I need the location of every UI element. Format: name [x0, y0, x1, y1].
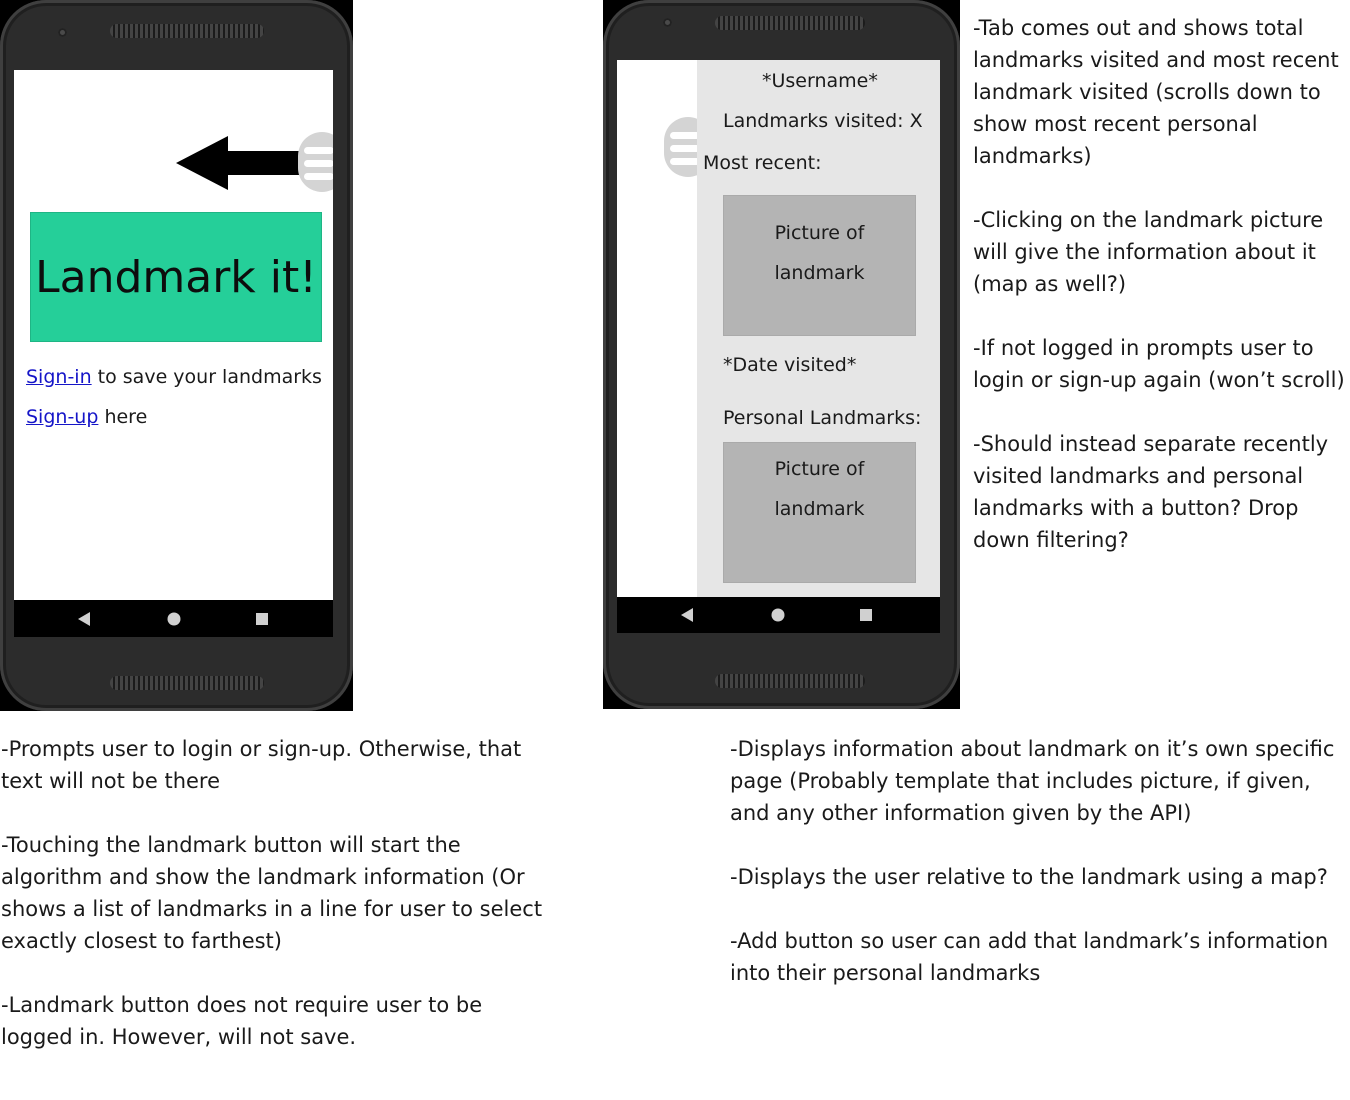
right-phone-frame: *Username* Landmarks visited: X Most rec…	[603, 0, 960, 709]
note-paragraph: -If not logged in prompts user to login …	[973, 336, 1345, 392]
left-phone-earpiece	[110, 24, 264, 38]
note-paragraph: -Should instead separate recently visite…	[973, 432, 1329, 552]
most-recent-heading: Most recent:	[703, 152, 822, 174]
recents-icon[interactable]	[256, 613, 268, 625]
left-phone-navbar	[14, 600, 333, 637]
right-phone-navbar	[617, 597, 940, 633]
right-phone-earpiece	[715, 16, 865, 30]
picture-caption: Picture of	[774, 222, 865, 244]
date-visited-label: *Date visited*	[723, 354, 857, 376]
menu-bar-icon	[670, 145, 700, 152]
left-phone-camera	[58, 28, 67, 37]
menu-bar-icon	[670, 132, 700, 139]
swipe-left-arrow-icon	[176, 136, 300, 190]
notes-bottom-right: -Displays information about landmark on …	[730, 733, 1345, 1021]
picture-caption: landmark	[774, 262, 865, 284]
note-paragraph: -Landmark button does not require user t…	[1, 993, 483, 1049]
home-icon[interactable]	[771, 608, 785, 622]
picture-caption: Picture of	[774, 458, 865, 480]
note-paragraph: -Displays the user relative to the landm…	[730, 865, 1328, 889]
menu-bar-icon	[304, 173, 333, 180]
personal-landmark-picture[interactable]: Picture of landmark	[723, 442, 916, 583]
signin-prompt-text: to save your landmarks	[91, 366, 322, 388]
personal-landmarks-heading: Personal Landmarks:	[723, 407, 922, 429]
note-paragraph: -Add button so user can add that landmar…	[730, 929, 1329, 985]
notes-bottom-left: -Prompts user to login or sign-up. Other…	[1, 733, 546, 1085]
note-paragraph: -Prompts user to login or sign-up. Other…	[1, 737, 522, 793]
back-icon[interactable]	[78, 612, 90, 626]
left-phone-frame: Landmark it! Sign-in to save your landma…	[0, 0, 353, 711]
notes-top-right: -Tab comes out and shows total landmarks…	[973, 12, 1345, 588]
menu-bar-icon	[304, 160, 333, 167]
left-phone-screen: Landmark it! Sign-in to save your landma…	[14, 70, 333, 600]
right-phone-screen: *Username* Landmarks visited: X Most rec…	[617, 60, 940, 597]
left-phone-speaker-bottom	[110, 676, 264, 690]
menu-bar-icon	[304, 147, 333, 154]
right-phone-speaker-bottom	[715, 674, 865, 688]
signin-prompt: Sign-in to save your landmarks	[26, 366, 322, 388]
landmark-it-button[interactable]: Landmark it!	[30, 212, 322, 342]
profile-drawer: *Username* Landmarks visited: X Most rec…	[697, 60, 940, 597]
note-paragraph: -Displays information about landmark on …	[730, 737, 1335, 825]
home-icon[interactable]	[167, 612, 181, 626]
back-icon[interactable]	[681, 608, 693, 622]
recents-icon[interactable]	[860, 609, 872, 621]
note-paragraph: -Touching the landmark button will start…	[1, 833, 543, 953]
signup-prompt-text: here	[98, 406, 148, 428]
signin-link[interactable]: Sign-in	[26, 366, 92, 388]
landmarks-visited-count: Landmarks visited: X	[723, 110, 923, 132]
username-label: *Username*	[762, 70, 878, 92]
note-paragraph: -Clicking on the landmark picture will g…	[973, 208, 1324, 296]
note-paragraph: -Tab comes out and shows total landmarks…	[973, 16, 1339, 168]
recent-landmark-picture[interactable]: Picture of landmark	[723, 195, 916, 336]
menu-tab-button[interactable]	[298, 132, 333, 192]
signup-link[interactable]: Sign-up	[26, 406, 98, 428]
right-phone-camera	[663, 18, 672, 27]
signup-prompt: Sign-up here	[26, 406, 147, 428]
picture-caption: landmark	[774, 498, 865, 520]
menu-bar-icon	[670, 158, 700, 165]
